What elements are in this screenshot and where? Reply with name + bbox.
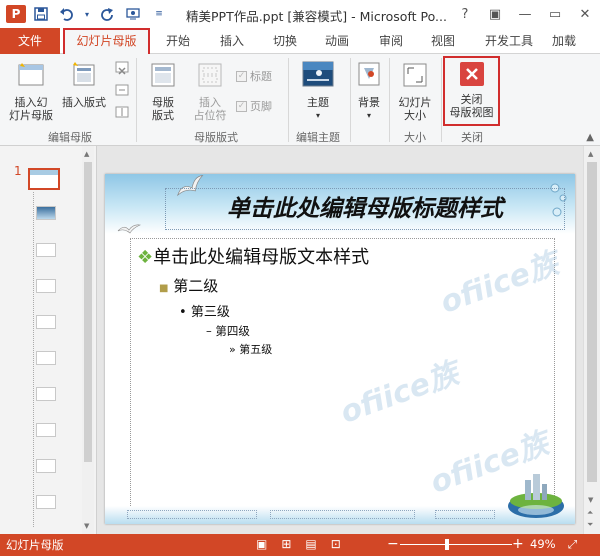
tab-addins[interactable]: 加载 bbox=[552, 28, 600, 54]
tab-file[interactable]: 文件 bbox=[0, 28, 60, 54]
tab-view[interactable]: 视图 bbox=[423, 28, 463, 54]
tab-developer[interactable]: 开发工具 bbox=[478, 28, 540, 54]
background-button[interactable]: 背景 ▾ bbox=[352, 60, 386, 122]
layout-thumbnail[interactable] bbox=[36, 459, 56, 473]
checkmark-icon: ✓ bbox=[236, 100, 247, 112]
themes-icon bbox=[302, 61, 334, 87]
start-from-beginning-icon[interactable] bbox=[122, 3, 144, 25]
group-label-size: 大小 bbox=[404, 131, 426, 144]
thumbnail-scroll-thumb[interactable] bbox=[84, 162, 92, 462]
themes-button[interactable]: 主题 ▾ bbox=[296, 60, 340, 122]
close-master-view-button[interactable]: 关闭 母版视图 bbox=[443, 56, 500, 126]
group-label-close: 关闭 bbox=[461, 131, 483, 144]
window-title: 精美PPT作品.ppt [兼容模式] - Microsoft Po... bbox=[186, 9, 447, 24]
delete-slide-icon[interactable] bbox=[113, 60, 131, 79]
ribbon-display-options-icon[interactable]: ▣ bbox=[480, 0, 510, 28]
group-separator bbox=[136, 58, 137, 142]
slide-editing-area[interactable]: 单击此处编辑母版标题样式 ❖单击此处编辑母版文本样式 ■ 第二级 • 第三级 –… bbox=[97, 146, 600, 534]
slide-scroll-thumb[interactable] bbox=[587, 162, 597, 482]
tab-transitions[interactable]: 切换 bbox=[265, 28, 305, 54]
title-checkbox[interactable]: ✓ 标题 bbox=[236, 68, 272, 84]
slide-sorter-icon[interactable]: ⊞ bbox=[281, 537, 291, 551]
insert-slide-master-icon bbox=[18, 63, 44, 86]
tab-animations[interactable]: 动画 bbox=[317, 28, 357, 54]
layout-thumbnail[interactable] bbox=[36, 351, 56, 365]
insert-placeholder-icon bbox=[198, 63, 222, 87]
dropdown-arrow-icon[interactable]: ▾ bbox=[82, 3, 92, 25]
undo-icon[interactable] bbox=[56, 3, 78, 25]
checkmark-icon: ✓ bbox=[236, 70, 247, 82]
minimize-button[interactable]: — bbox=[510, 0, 540, 28]
tab-review[interactable]: 审阅 bbox=[371, 28, 411, 54]
ribbon: 插入幻 灯片母版 插入版式 编辑母版 母版 版式 插入 占位符 ✓ 标题 ✓ 页… bbox=[0, 54, 600, 146]
insert-slide-master-button[interactable]: 插入幻 灯片母版 bbox=[6, 60, 56, 122]
zoom-slider-thumb[interactable] bbox=[445, 539, 450, 550]
close-window-button[interactable]: ✕ bbox=[570, 0, 600, 28]
close-master-view-icon bbox=[459, 62, 484, 86]
view-mode-label: 幻灯片母版 bbox=[6, 538, 64, 552]
text-level-1: ❖单击此处编辑母版文本样式 bbox=[137, 247, 370, 268]
reading-view-icon[interactable]: ▤ bbox=[305, 537, 316, 551]
insert-layout-icon bbox=[73, 62, 95, 86]
insert-placeholder-button[interactable]: 插入 占位符 bbox=[188, 60, 232, 122]
slide-number: 1 bbox=[14, 164, 22, 178]
next-slide-icon[interactable]: ⏷ bbox=[587, 520, 593, 530]
tab-insert[interactable]: 插入 bbox=[212, 28, 252, 54]
help-button[interactable]: ? bbox=[450, 0, 480, 28]
save-icon[interactable] bbox=[30, 3, 52, 25]
layout-thumbnail[interactable] bbox=[36, 279, 56, 293]
footer-checkbox[interactable]: ✓ 页脚 bbox=[236, 98, 272, 114]
preserve-icon[interactable] bbox=[113, 104, 131, 123]
layout-thumbnail[interactable] bbox=[36, 315, 56, 329]
collapse-ribbon-icon[interactable]: ▲ bbox=[586, 132, 594, 143]
title-placeholder-text: 单击此处编辑母版标题样式 bbox=[227, 196, 503, 222]
text-level-3: • 第三级 bbox=[179, 305, 230, 320]
slide-show-icon[interactable]: ⊡ bbox=[331, 537, 341, 551]
text-level-5: » 第五级 bbox=[229, 343, 273, 356]
rename-icon[interactable] bbox=[113, 82, 131, 101]
redo-icon[interactable] bbox=[96, 3, 118, 25]
group-separator bbox=[441, 58, 442, 142]
ribbon-tabs: 文件 幻灯片母版 开始 插入 切换 动画 审阅 视图 开发工具 加载 bbox=[0, 28, 600, 55]
customize-qat-icon[interactable]: ≡ bbox=[148, 3, 170, 25]
layout-thumbnail[interactable] bbox=[36, 243, 56, 257]
previous-slide-icon[interactable]: ⏶ bbox=[587, 508, 593, 518]
thumbnail-scrollbar[interactable]: ▲ ▼ bbox=[82, 146, 94, 534]
slide-vertical-scrollbar[interactable]: ▲ ▼ ⏶ ⏷ bbox=[583, 146, 600, 534]
globe-city-icon bbox=[505, 470, 567, 520]
title-placeholder[interactable]: 单击此处编辑母版标题样式 bbox=[165, 188, 565, 230]
master-layout-icon bbox=[151, 63, 175, 87]
fit-to-window-icon[interactable]: ⤢ bbox=[568, 537, 577, 552]
group-label-edit-master: 编辑母版 bbox=[48, 131, 92, 144]
slide-size-icon bbox=[403, 63, 427, 87]
layout-thumbnail[interactable] bbox=[36, 423, 56, 437]
zoom-slider[interactable] bbox=[400, 544, 512, 545]
zoom-level[interactable]: 49% bbox=[530, 537, 556, 551]
text-level-4: – 第四级 bbox=[206, 324, 250, 338]
master-layout-button[interactable]: 母版 版式 bbox=[140, 60, 186, 122]
group-label-edit-theme: 编辑主题 bbox=[296, 131, 340, 144]
text-level-2: ■ 第二级 bbox=[159, 277, 219, 295]
normal-view-icon[interactable]: ▣ bbox=[256, 537, 267, 551]
title-bar: P ▾ ≡ 精美PPT作品.ppt [兼容模式] - Microsoft Po.… bbox=[0, 0, 600, 28]
slide-size-button[interactable]: 幻灯片 大小 bbox=[392, 60, 438, 122]
zoom-in-button[interactable]: + bbox=[512, 536, 524, 552]
tab-home[interactable]: 开始 bbox=[158, 28, 198, 54]
layout-thumbnail[interactable] bbox=[36, 495, 56, 509]
slide-thumbnail-pane[interactable]: 1 ▲ ▼ bbox=[0, 146, 97, 534]
tab-slide-master[interactable]: 幻灯片母版 bbox=[63, 28, 150, 55]
status-bar: 幻灯片母版 ▣ ⊞ ▤ ⊡ − + 49% ⤢ bbox=[0, 534, 600, 556]
thumbnail-tree-line bbox=[33, 192, 34, 527]
background-icon bbox=[358, 62, 380, 86]
layout-thumbnail[interactable] bbox=[36, 387, 56, 401]
slide-master-thumbnail[interactable] bbox=[28, 168, 60, 190]
group-separator bbox=[350, 58, 351, 142]
group-label-master-layout: 母版版式 bbox=[194, 131, 238, 144]
zoom-out-button[interactable]: − bbox=[387, 536, 399, 552]
group-separator bbox=[389, 58, 390, 142]
powerpoint-app-icon[interactable]: P bbox=[6, 5, 26, 23]
layout-thumbnail[interactable] bbox=[36, 206, 56, 220]
insert-layout-button[interactable]: 插入版式 bbox=[58, 60, 110, 109]
maximize-button[interactable]: ▭ bbox=[540, 0, 570, 28]
